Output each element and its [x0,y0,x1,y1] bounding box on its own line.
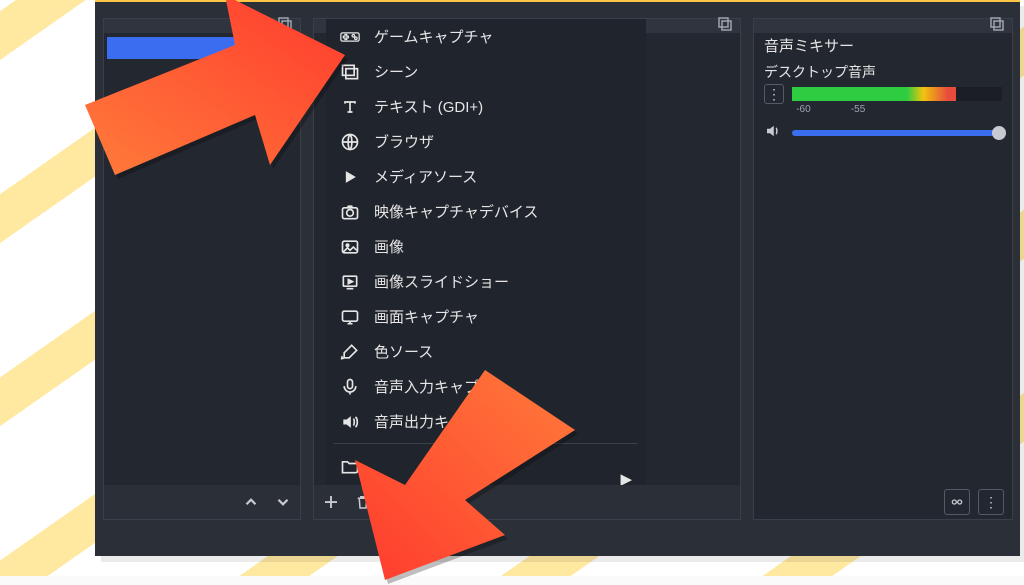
mixer-settings-button[interactable] [944,489,970,515]
popout-icon[interactable] [716,15,734,33]
menu-item-label: 映像キャプチャデバイス [374,201,538,222]
menu-item-text[interactable]: テキスト (GDI+) [326,89,646,124]
audio-meter [792,87,1002,101]
mixer-toolbar: ⋮ [754,485,1012,519]
menu-item-slideshow[interactable]: 画像スライドショー [326,264,646,299]
menu-item-label: テキスト (GDI+) [374,96,483,117]
menu-item-game-capture[interactable]: ゲームキャプチャ [326,19,646,54]
menu-item-label: ゲームキャプチャ [374,26,493,47]
audio-meter-fill [792,87,956,101]
brush-icon [340,342,360,362]
mixer-channel: デスクトップ音声 ⋮ -60 -55 [754,58,1012,143]
menu-item-label: シーン [374,61,418,82]
menu-item-display-capture[interactable]: 画面キャプチャ [326,299,646,334]
menu-item-browser[interactable]: ブラウザ [326,124,646,159]
slideshow-icon [340,272,360,292]
image-icon [340,237,360,257]
add-source-button[interactable] [318,489,344,515]
menu-item-color-source[interactable]: 色ソース [326,334,646,369]
scene-down-button[interactable] [270,489,296,515]
menu-item-label: 色ソース [374,341,433,362]
scene-up-button[interactable] [238,489,264,515]
volume-icon[interactable] [764,122,784,143]
meter-scale: -60 -55 [792,104,1002,118]
annotation-arrow-top [85,0,345,185]
tick-label: -60 [796,104,810,115]
menu-item-video-capture[interactable]: 映像キャプチャデバイス [326,194,646,229]
tick-label: -55 [851,104,865,115]
scenes-toolbar [104,485,300,519]
monitor-icon [340,307,360,327]
menu-item-label: ブラウザ [374,131,434,152]
channel-options-button[interactable]: ⋮ [764,84,784,104]
menu-item-media-source[interactable]: メディアソース [326,159,646,194]
menu-item-label: メディアソース [374,166,477,187]
menu-item-image[interactable]: 画像 [326,229,646,264]
audio-mixer-panel: 音声ミキサー デスクトップ音声 ⋮ -60 -55 [753,18,1013,520]
mixer-title: 音声ミキサー [754,33,1012,58]
volume-slider[interactable] [792,130,1002,136]
menu-item-scene[interactable]: シーン [326,54,646,89]
menu-item-label: 画像 [374,236,404,257]
volume-knob[interactable] [992,126,1006,140]
channel-name: デスクトップ音声 [764,62,1002,82]
mixer-more-button[interactable]: ⋮ [978,489,1004,515]
mixer-panel-header [754,19,1012,33]
popout-icon[interactable] [988,15,1006,33]
camera-icon [340,202,360,222]
menu-item-label: 画面キャプチャ [374,306,479,327]
menu-item-label: 画像スライドショー [374,271,509,292]
annotation-arrow-bottom [345,370,575,580]
